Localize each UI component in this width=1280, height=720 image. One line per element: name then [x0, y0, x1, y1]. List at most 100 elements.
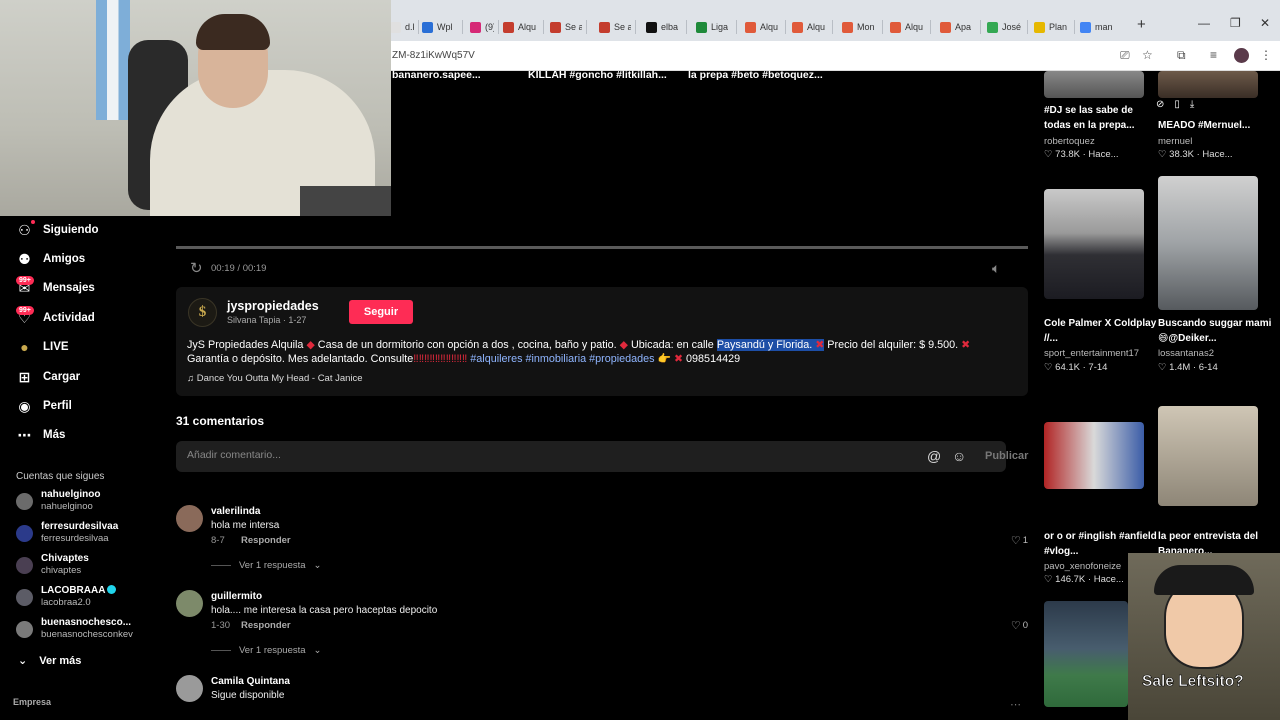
related-thumbnail[interactable]: [1044, 189, 1144, 299]
browser-tab[interactable]: (9) I: [470, 14, 494, 40]
desc-hashtags[interactable]: #alquileres #inmobiliaria #propiedades: [467, 353, 654, 365]
related-thumbnail[interactable]: [1044, 71, 1144, 98]
browser-tab[interactable]: Alqu: [745, 14, 781, 40]
browser-tab[interactable]: José: [987, 14, 1023, 40]
media-icon[interactable]: ≡: [1210, 48, 1217, 62]
volume-icon[interactable]: 🔈︎: [992, 260, 1000, 277]
nav-item-label: Actividad: [43, 312, 95, 324]
browser-tab[interactable]: elba: [646, 14, 682, 40]
view-replies-button[interactable]: Ver 1 respuesta ⌄: [211, 560, 322, 571]
profile-avatar[interactable]: [1234, 48, 1249, 63]
nav-item-perfil[interactable]: ◉ Perfil: [16, 395, 71, 417]
related-author[interactable]: mernuel: [1158, 136, 1192, 147]
comment-like[interactable]: ♡ 1: [1011, 534, 1028, 547]
browser-tab[interactable]: man: [1080, 14, 1120, 40]
related-thumbnail[interactable]: [1044, 601, 1128, 707]
related-caption[interactable]: Cole Palmer X Coldplay //...: [1044, 316, 1159, 346]
browser-tab[interactable]: Se al: [550, 14, 582, 40]
browser-tab[interactable]: d.kn: [390, 14, 414, 40]
tab-label: Alqu: [807, 22, 826, 32]
tab-separator: [1074, 20, 1075, 34]
avatar[interactable]: [176, 505, 203, 532]
avatar[interactable]: [176, 590, 203, 617]
comment-text: hola me intersa: [211, 520, 280, 531]
new-tab-button[interactable]: +: [1137, 16, 1146, 33]
author-avatar[interactable]: $: [188, 298, 217, 327]
video-progress-bar[interactable]: [176, 246, 1028, 249]
browser-tab[interactable]: Wpl: [422, 14, 458, 40]
close-icon[interactable]: ✕: [1260, 16, 1270, 30]
account-name: nahuelginoo: [41, 489, 100, 500]
browser-tab[interactable]: Se al: [599, 14, 631, 40]
browser-tab[interactable]: Liga: [696, 14, 732, 40]
new-dot: [31, 219, 35, 224]
strip-caption-3[interactable]: la prepa #beto #betoquez...: [688, 69, 823, 81]
author-handle[interactable]: jyspropiedades: [227, 299, 319, 313]
view-replies-button[interactable]: Ver 1 respuesta ⌄: [211, 645, 322, 656]
comment-input[interactable]: [187, 449, 907, 461]
related-thumbnail[interactable]: [1158, 406, 1258, 506]
comment-text: hola.... me interesa la casa pero hacept…: [211, 605, 438, 616]
avatar: [16, 493, 33, 510]
related-caption[interactable]: MEADO #Mernuel...: [1158, 118, 1273, 133]
menu-kebab-icon[interactable]: ⋮: [1260, 48, 1272, 62]
related-caption[interactable]: #DJ se las sabe de todas en la prepa...: [1044, 103, 1159, 133]
follow-button[interactable]: Seguir: [349, 300, 413, 324]
comment-username[interactable]: guillermito: [211, 591, 262, 602]
emoji-icon[interactable]: ☺: [952, 448, 966, 464]
browser-tab[interactable]: Alqu: [792, 14, 828, 40]
strip-caption-2[interactable]: KILLAH #goncho #litkillah...: [528, 69, 667, 81]
browser-tab[interactable]: Mon: [842, 14, 878, 40]
more-options-icon[interactable]: ⋯: [1010, 698, 1021, 711]
extensions-icon[interactable]: ⧉: [1177, 48, 1186, 63]
comment-username[interactable]: Camila Quintana: [211, 676, 290, 687]
video-progress-fill: [176, 246, 1028, 249]
nav-item-mensajes[interactable]: ✉ 99+ Mensajes: [16, 275, 95, 299]
comment-like[interactable]: ♡ 0: [1011, 619, 1028, 632]
company-link[interactable]: Empresa: [13, 697, 51, 707]
reply-button[interactable]: Responder: [241, 535, 291, 546]
browser-tab[interactable]: Apa: [940, 14, 976, 40]
strip-caption-1[interactable]: bananero.sapee...: [392, 69, 481, 81]
cast-icon[interactable]: ⎚: [1120, 48, 1130, 63]
nav-item-siguiendo[interactable]: ⚇ Siguiendo: [16, 219, 99, 241]
browser-address-bar[interactable]: ZM-8z1iKwWq57V ⎚ ☆ ⧉ ≡ ⋮: [390, 41, 1280, 71]
bookmark-star-icon[interactable]: ☆: [1142, 48, 1153, 62]
phone-icon[interactable]: ▯: [1174, 99, 1180, 110]
avatar[interactable]: [176, 675, 203, 702]
nav-item-amigos[interactable]: ⚉ Amigos: [16, 248, 85, 270]
music-row[interactable]: ♫ Dance You Outta My Head - Cat Janice: [187, 373, 363, 384]
nav-item-live[interactable]: ● LIVE: [16, 336, 68, 358]
mention-icon[interactable]: @: [927, 448, 941, 464]
publish-button[interactable]: Publicar: [985, 450, 1028, 462]
url-text[interactable]: ZM-8z1iKwWq57V: [392, 50, 475, 61]
related-author[interactable]: lossantanas2: [1158, 348, 1214, 359]
related-stats: ♡ 64.1K · 7-14: [1044, 362, 1108, 373]
comment-item: valerilinda hola me intersa 8-7 Responder ♡ 1…: [176, 505, 1028, 585]
comment-username[interactable]: valerilinda: [211, 506, 260, 517]
nav-item-actividad[interactable]: ♡ 99+ Actividad: [16, 305, 95, 329]
see-more-button[interactable]: ⌄ Ver más: [18, 654, 81, 668]
browser-tab[interactable]: Alqu: [890, 14, 926, 40]
nav-item-más[interactable]: ⋯ Más: [16, 424, 66, 446]
related-caption[interactable]: la peor entrevista del Bananero...: [1158, 529, 1273, 555]
related-author[interactable]: sport_entertainment17: [1044, 348, 1139, 359]
nav-item-cargar[interactable]: ⊞ Cargar: [16, 366, 80, 388]
related-thumbnail[interactable]: [1158, 176, 1258, 310]
related-caption[interactable]: Buscando suggar mami 😄@Deiker...: [1158, 316, 1273, 346]
related-author[interactable]: robertoquez: [1044, 136, 1095, 147]
replay-icon[interactable]: ↻: [190, 259, 203, 277]
desk: [300, 186, 391, 216]
tab-label: Liga: [711, 22, 729, 32]
tab-favicon-icon: [550, 21, 561, 33]
related-author[interactable]: pavo_xenofoneize: [1044, 561, 1121, 572]
browser-tab[interactable]: Plan: [1034, 14, 1070, 40]
tab-favicon-icon: [696, 21, 707, 33]
related-thumbnail[interactable]: [1044, 422, 1144, 489]
restore-icon[interactable]: ❐: [1230, 16, 1241, 30]
reply-button[interactable]: Responder: [241, 620, 291, 631]
minimize-icon[interactable]: —: [1198, 16, 1210, 30]
desc-highlight: Paysandú y Florida.: [716, 339, 816, 351]
download-icon[interactable]: ⤓: [1190, 99, 1194, 110]
browser-tab[interactable]: Alqu: [503, 14, 539, 40]
